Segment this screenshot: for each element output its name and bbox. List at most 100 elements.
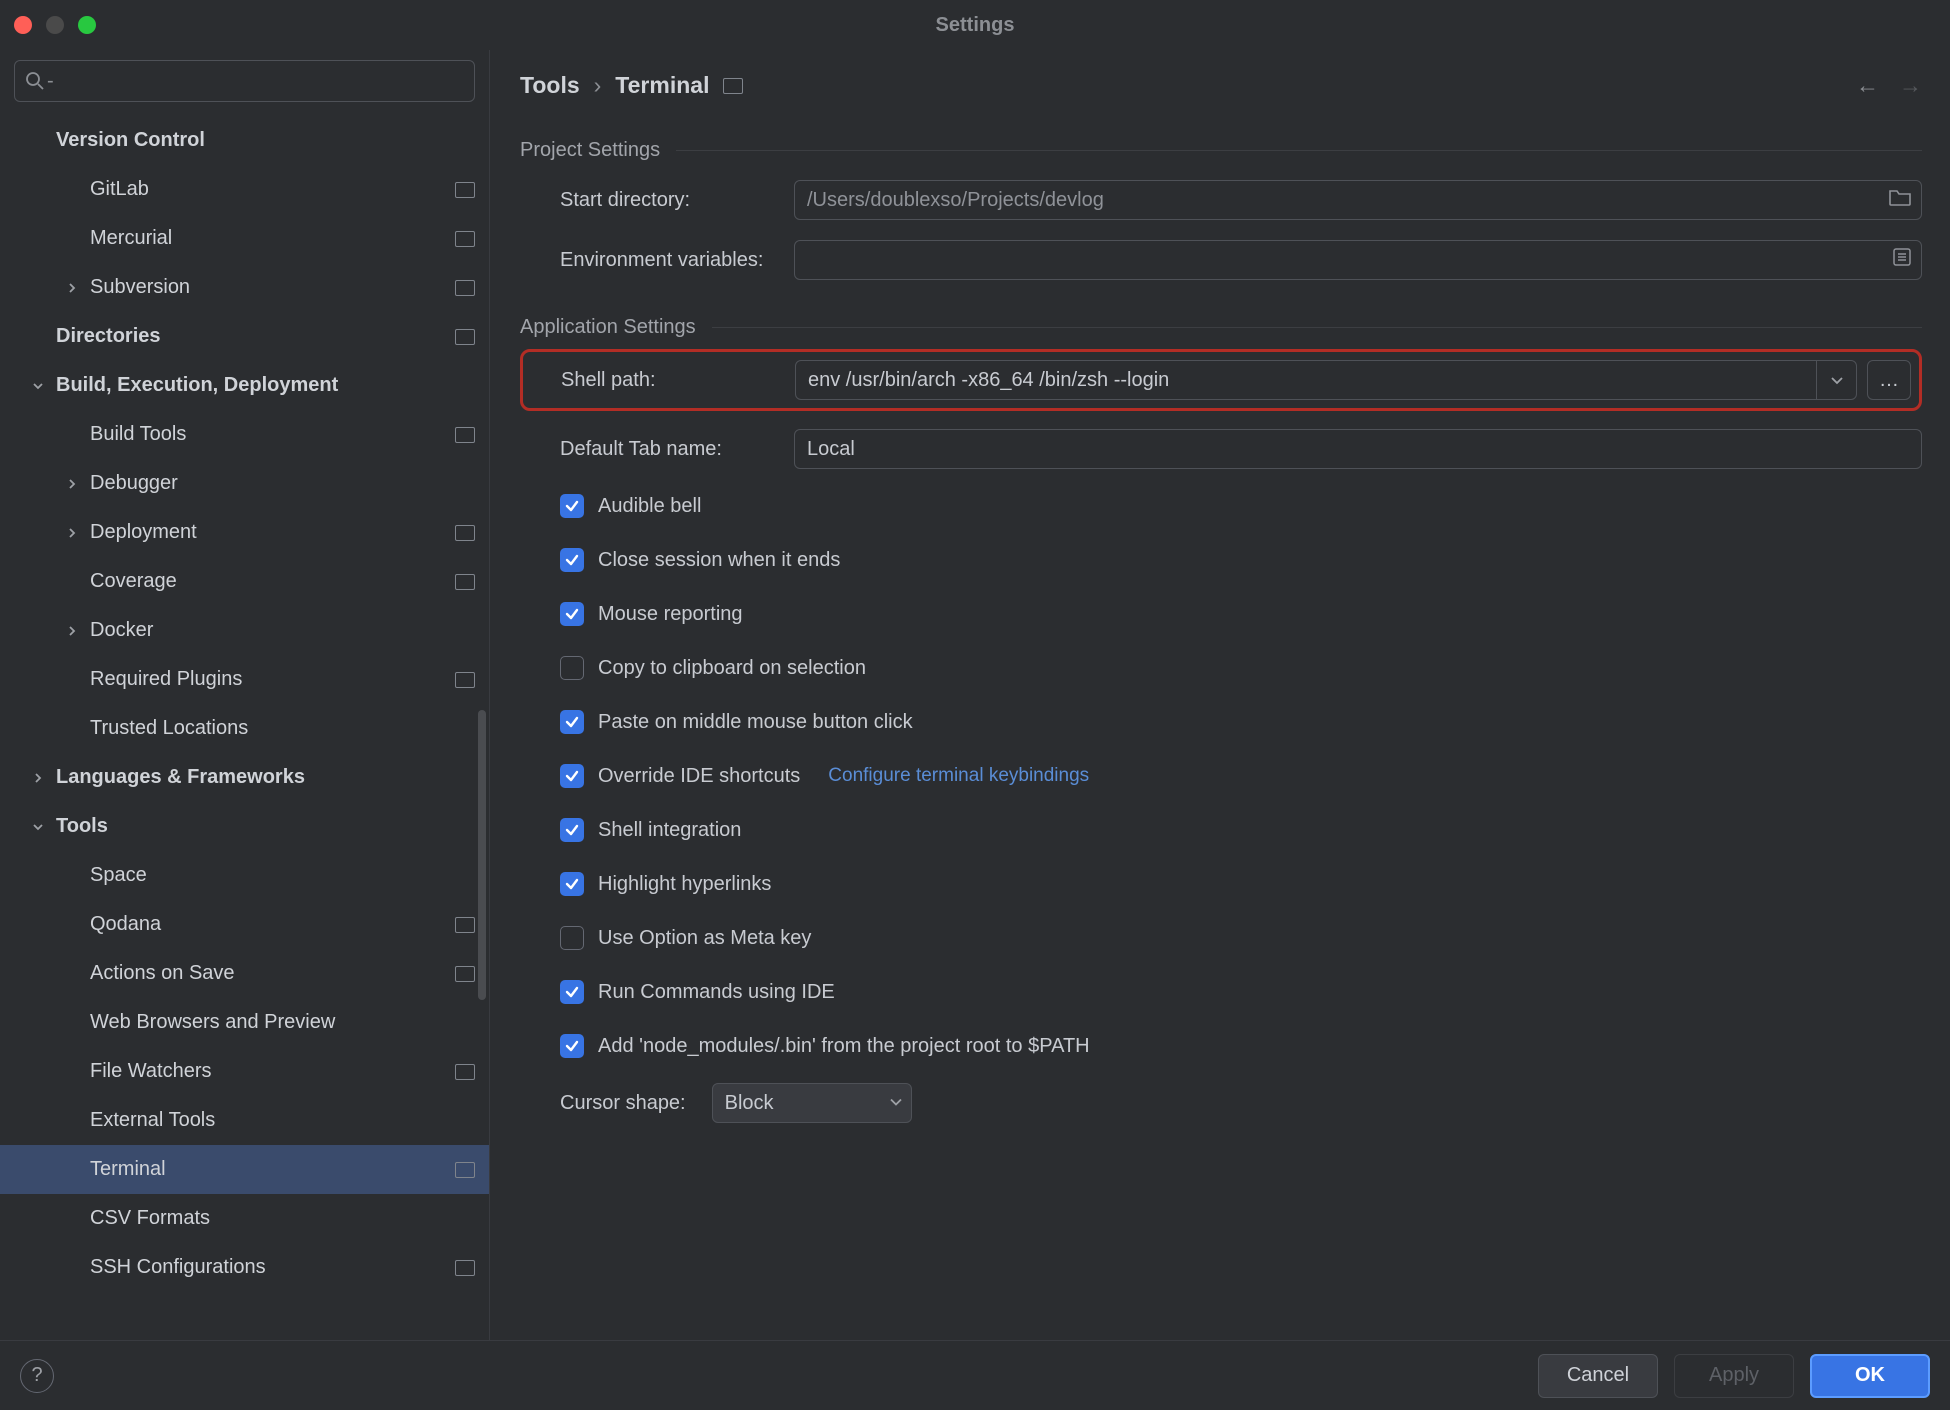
project-scope-icon bbox=[455, 329, 475, 345]
checkbox[interactable] bbox=[560, 872, 584, 896]
tree-item[interactable]: File Watchers bbox=[0, 1047, 489, 1096]
tree-item-label: Trusted Locations bbox=[90, 717, 475, 740]
checkbox-row: Close session when it ends bbox=[520, 533, 1922, 587]
tree-item-label: Subversion bbox=[90, 276, 455, 299]
tree-item[interactable]: Debugger bbox=[0, 459, 489, 508]
cursor-shape-label: Cursor shape: bbox=[560, 1092, 686, 1115]
tree-item[interactable]: Qodana bbox=[0, 900, 489, 949]
tree-item[interactable]: Subversion bbox=[0, 263, 489, 312]
tree-item-label: Required Plugins bbox=[90, 668, 455, 691]
checkbox[interactable] bbox=[560, 980, 584, 1004]
checkbox[interactable] bbox=[560, 710, 584, 734]
tree-item[interactable]: Coverage bbox=[0, 557, 489, 606]
cursor-shape-value: Block bbox=[725, 1092, 774, 1115]
chevron-down-icon[interactable] bbox=[28, 817, 48, 837]
tree-item[interactable]: Trusted Locations bbox=[0, 704, 489, 753]
forward-button[interactable]: → bbox=[1899, 72, 1922, 99]
tree-item[interactable]: Version Control bbox=[0, 116, 489, 165]
tree-item-label: Build Tools bbox=[90, 423, 455, 446]
project-scope-icon bbox=[455, 1260, 475, 1276]
project-scope-icon bbox=[455, 672, 475, 688]
tree-item[interactable]: Deployment bbox=[0, 508, 489, 557]
default-tab-value: Local bbox=[807, 438, 855, 461]
chevron-right-icon[interactable] bbox=[62, 278, 82, 298]
tree-item-label: Build, Execution, Deployment bbox=[56, 374, 475, 397]
checkbox-row: Mouse reporting bbox=[520, 587, 1922, 641]
tree-item[interactable]: Build Tools bbox=[0, 410, 489, 459]
checkbox-label: Run Commands using IDE bbox=[598, 981, 835, 1004]
search-input[interactable]: - bbox=[14, 60, 475, 102]
scrollbar-thumb[interactable] bbox=[478, 710, 486, 1000]
checkbox[interactable] bbox=[560, 818, 584, 842]
chevron-down-icon[interactable] bbox=[28, 376, 48, 396]
checkbox[interactable] bbox=[560, 494, 584, 518]
folder-icon[interactable] bbox=[1889, 188, 1911, 212]
back-button[interactable]: ← bbox=[1856, 72, 1879, 99]
tree-item[interactable]: Build, Execution, Deployment bbox=[0, 361, 489, 410]
tree-item[interactable]: Tools bbox=[0, 802, 489, 851]
settings-tree[interactable]: Version ControlGitLabMercurial Subversion… bbox=[0, 116, 489, 1340]
tree-item-label: Docker bbox=[90, 619, 475, 642]
help-button[interactable]: ? bbox=[20, 1359, 54, 1393]
tree-item[interactable]: Required Plugins bbox=[0, 655, 489, 704]
checkbox-label: Audible bell bbox=[598, 495, 701, 518]
env-vars-row: Environment variables: bbox=[520, 230, 1922, 290]
checkbox-label: Paste on middle mouse button click bbox=[598, 711, 913, 734]
zoom-window-button[interactable] bbox=[78, 16, 96, 34]
apply-button[interactable]: Apply bbox=[1674, 1354, 1794, 1398]
tree-item[interactable]: External Tools bbox=[0, 1096, 489, 1145]
window-controls bbox=[14, 16, 96, 34]
close-window-button[interactable] bbox=[14, 16, 32, 34]
tree-item[interactable]: Mercurial bbox=[0, 214, 489, 263]
default-tab-input[interactable]: Local bbox=[794, 429, 1922, 469]
checkbox-label: Add 'node_modules/.bin' from the project… bbox=[598, 1035, 1090, 1058]
tree-item[interactable]: Terminal bbox=[0, 1145, 489, 1194]
chevron-right-icon[interactable] bbox=[28, 768, 48, 788]
env-vars-label: Environment variables: bbox=[520, 249, 780, 272]
tree-item[interactable]: Web Browsers and Preview bbox=[0, 998, 489, 1047]
tree-item[interactable]: Space bbox=[0, 851, 489, 900]
chevron-right-icon[interactable] bbox=[62, 523, 82, 543]
checkbox-row: Run Commands using IDE bbox=[520, 965, 1922, 1019]
ok-button[interactable]: OK bbox=[1810, 1354, 1930, 1398]
env-vars-input[interactable] bbox=[794, 240, 1922, 280]
project-scope-icon bbox=[455, 917, 475, 933]
checkbox-label: Mouse reporting bbox=[598, 603, 743, 626]
checkbox[interactable] bbox=[560, 1034, 584, 1058]
cursor-shape-select[interactable]: Block bbox=[712, 1083, 912, 1123]
checkbox[interactable] bbox=[560, 764, 584, 788]
checkbox[interactable] bbox=[560, 656, 584, 680]
checkbox[interactable] bbox=[560, 548, 584, 572]
tree-item[interactable]: GitLab bbox=[0, 165, 489, 214]
tree-item-label: Qodana bbox=[90, 913, 455, 936]
breadcrumb-parent[interactable]: Tools bbox=[520, 72, 580, 99]
settings-sidebar: - Version ControlGitLabMercurial Subversi… bbox=[0, 50, 490, 1340]
browse-button[interactable]: … bbox=[1867, 360, 1911, 400]
tree-item[interactable]: Actions on Save bbox=[0, 949, 489, 998]
tree-item-label: Terminal bbox=[90, 1158, 455, 1181]
checkbox[interactable] bbox=[560, 926, 584, 950]
tree-item[interactable]: CSV Formats bbox=[0, 1194, 489, 1243]
project-scope-icon bbox=[455, 182, 475, 198]
tree-item[interactable]: Docker bbox=[0, 606, 489, 655]
cancel-button[interactable]: Cancel bbox=[1538, 1354, 1658, 1398]
chevron-down-icon[interactable] bbox=[1816, 361, 1856, 399]
chevron-right-icon[interactable] bbox=[62, 621, 82, 641]
start-directory-input[interactable]: /Users/doublexso/Projects/devlog bbox=[794, 180, 1922, 220]
window-title: Settings bbox=[936, 14, 1015, 37]
tree-item-label: SSH Configurations bbox=[90, 1256, 455, 1279]
shell-path-label: Shell path: bbox=[531, 369, 781, 392]
tree-item[interactable]: SSH Configurations bbox=[0, 1243, 489, 1292]
minimize-window-button[interactable] bbox=[46, 16, 64, 34]
chevron-down-icon bbox=[889, 1092, 903, 1115]
project-scope-icon bbox=[455, 1162, 475, 1178]
configure-keybindings-link[interactable]: Configure terminal keybindings bbox=[828, 765, 1089, 787]
list-icon[interactable] bbox=[1893, 248, 1911, 272]
project-scope-icon bbox=[455, 574, 475, 590]
shell-path-input[interactable]: env /usr/bin/arch -x86_64 /bin/zsh --log… bbox=[795, 360, 1857, 400]
checkbox[interactable] bbox=[560, 602, 584, 626]
breadcrumb-separator: › bbox=[594, 72, 602, 99]
chevron-right-icon[interactable] bbox=[62, 474, 82, 494]
tree-item[interactable]: Languages & Frameworks bbox=[0, 753, 489, 802]
tree-item[interactable]: Directories bbox=[0, 312, 489, 361]
